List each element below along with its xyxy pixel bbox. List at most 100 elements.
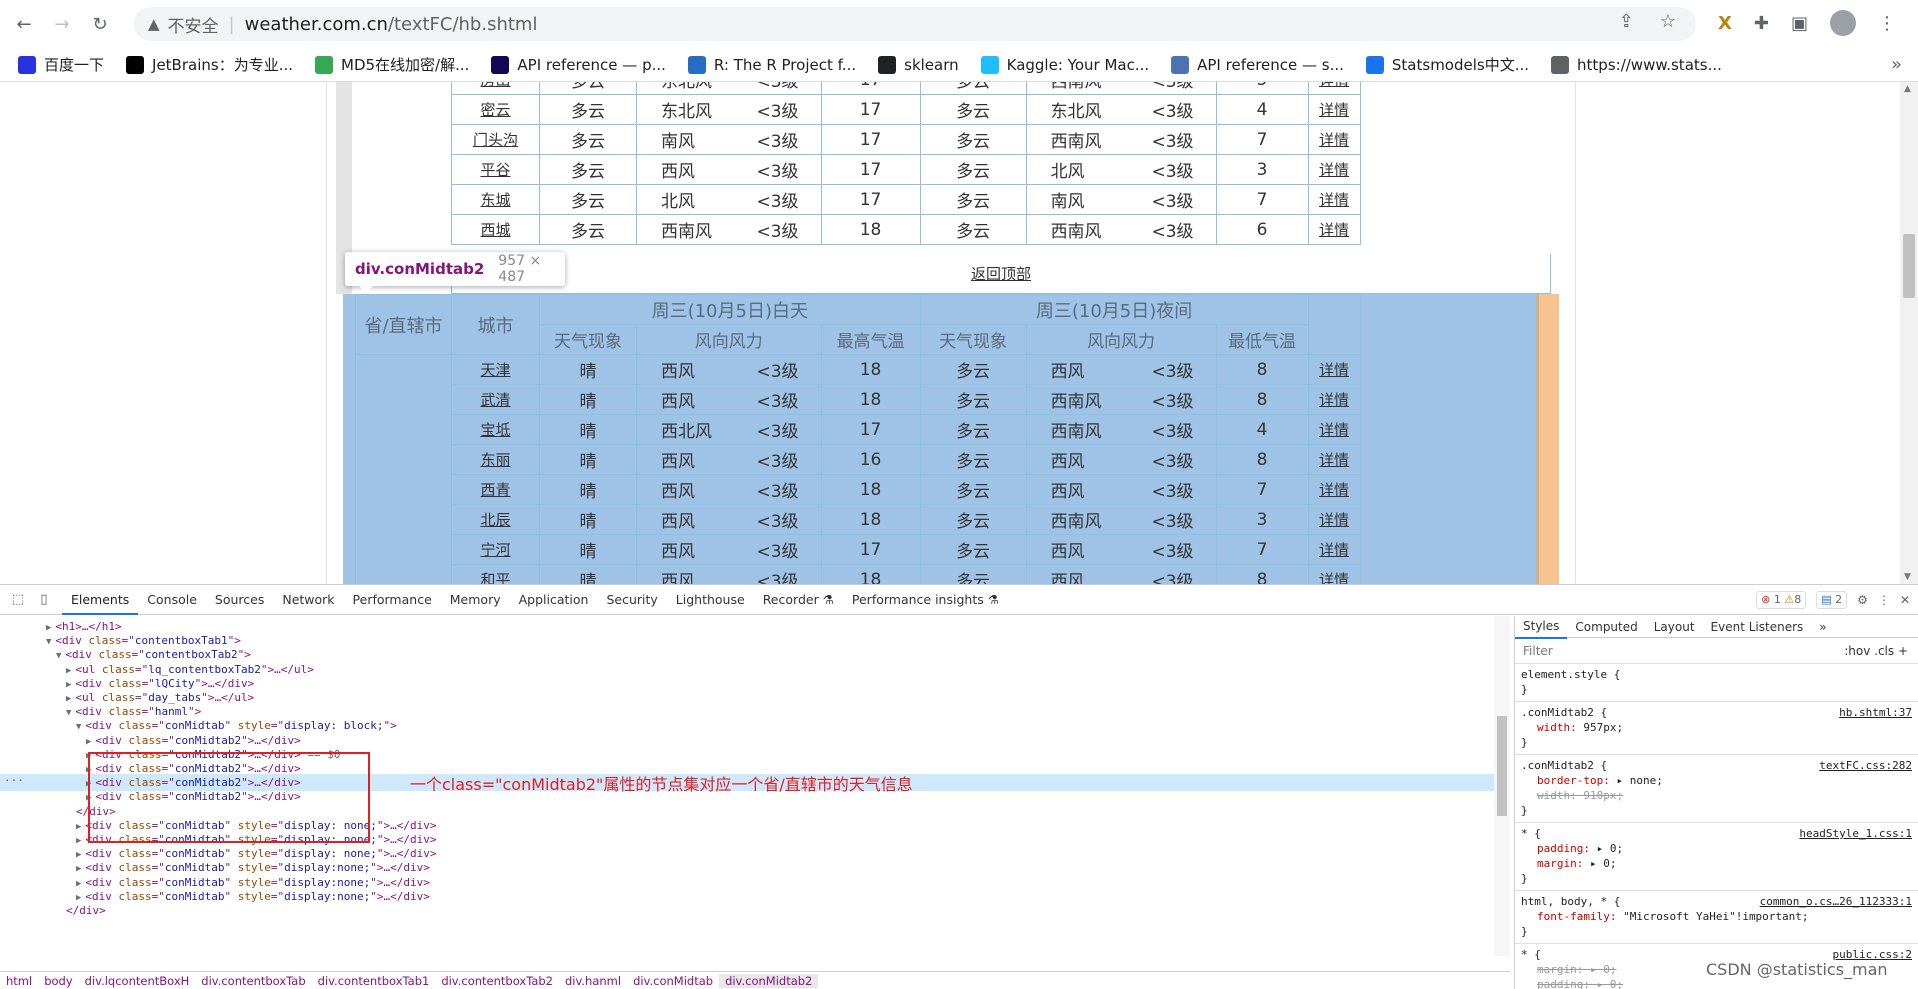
breadcrumb-item[interactable]: div.lqcontentBoxH [79, 974, 196, 988]
bookmark-item[interactable]: MD5在线加密/解... [315, 54, 469, 75]
devtools-tab[interactable]: Memory [441, 585, 510, 615]
breadcrumb-item[interactable]: body [38, 974, 78, 988]
detail-link[interactable]: 详情 [1307, 474, 1361, 505]
styles-subtab[interactable]: Event Listeners [1703, 616, 1812, 638]
devtools-tab[interactable]: Console [138, 585, 206, 615]
collapse-triangle-icon[interactable]: ▼ [46, 637, 51, 647]
city-link[interactable]: 武清 [451, 384, 540, 415]
css-source-link[interactable]: textFC.css:282 [1819, 758, 1912, 773]
elements-scrollbar-thumb[interactable] [1497, 716, 1507, 816]
city-link[interactable]: 平谷 [451, 154, 540, 185]
bookmark-item[interactable]: https://www.stats... [1551, 55, 1722, 74]
city-link[interactable]: 密云 [451, 94, 540, 125]
reload-icon[interactable]: ↻ [86, 10, 114, 38]
styles-filter-input[interactable]: Filter [1523, 644, 1553, 658]
css-property[interactable]: margin: ▸ 0; [1521, 856, 1918, 871]
star-icon[interactable]: ☆ [1660, 11, 1676, 32]
back-arrow-icon[interactable]: ← [10, 10, 38, 38]
dom-node-line[interactable]: </div> [66, 902, 106, 919]
back-to-top-link[interactable]: 返回顶部 [971, 263, 1031, 284]
menu-kebab-icon[interactable]: ⋮ [1878, 13, 1896, 34]
address-bar[interactable]: ▲ 不安全 | weather.com.cn/textFC/hb.shtml ⇪… [134, 7, 1696, 41]
breadcrumb-item[interactable]: div.contentboxTab1 [312, 974, 436, 988]
bookmark-item[interactable]: API reference — p... [491, 55, 666, 74]
collapse-triangle-icon[interactable]: ▼ [66, 708, 71, 718]
detail-link[interactable]: 详情 [1307, 384, 1361, 415]
detail-link[interactable]: 详情 [1307, 444, 1361, 475]
city-link[interactable]: 西城 [451, 214, 540, 245]
city-link[interactable]: 东丽 [451, 444, 540, 475]
breadcrumb-item[interactable]: div.conMidtab [627, 974, 719, 988]
css-property[interactable]: width: 910px; [1521, 788, 1918, 803]
detail-link[interactable]: 详情 [1307, 184, 1361, 215]
detail-link[interactable]: 详情 [1307, 504, 1361, 535]
devtools-tab[interactable]: Recorder ⚗ [754, 585, 843, 615]
devtools-tab[interactable]: Lighthouse [667, 585, 754, 615]
breadcrumb-item[interactable]: html [0, 974, 38, 988]
detail-link[interactable]: 详情 [1307, 534, 1361, 565]
url-text[interactable]: weather.com.cn/textFC/hb.shtml [245, 14, 538, 35]
css-source-link[interactable]: common_o.cs…26_112333:1 [1760, 894, 1912, 909]
detail-link[interactable]: 详情 [1307, 354, 1361, 385]
collapse-triangle-icon[interactable]: ▼ [76, 722, 81, 732]
devtools-tab[interactable]: Security [597, 585, 666, 615]
city-link[interactable]: 北辰 [451, 504, 540, 535]
css-property[interactable]: padding: ▸ 0; [1521, 841, 1918, 856]
scroll-down-icon[interactable]: ▼ [1904, 572, 1911, 582]
bookmark-item[interactable]: API reference — s... [1171, 55, 1344, 74]
devtools-tab[interactable]: Network [273, 585, 343, 615]
styles-subtab[interactable]: Styles [1515, 616, 1568, 639]
side-panel-icon[interactable]: ▣ [1791, 13, 1808, 34]
detail-link[interactable]: 详情 [1307, 214, 1361, 245]
city-link[interactable]: 天津 [451, 354, 540, 385]
city-link[interactable]: 东城 [451, 184, 540, 215]
breadcrumb-item[interactable]: div.hanml [559, 974, 627, 988]
devtools-tab[interactable]: Performance insights ⚗ [843, 585, 1008, 615]
bookmark-item[interactable]: 百度一下 [18, 54, 104, 75]
detail-link[interactable]: 详情 [1307, 82, 1361, 95]
settings-gear-icon[interactable]: ⚙ [1857, 593, 1868, 607]
extensions-puzzle-icon[interactable]: ✚ [1754, 13, 1769, 34]
bookmark-item[interactable]: JetBrains：为专业... [126, 54, 293, 75]
scroll-up-icon[interactable]: ▲ [1904, 84, 1911, 94]
extension-x-icon[interactable]: X [1718, 13, 1732, 34]
inspect-element-icon[interactable]: ⬚ [10, 592, 26, 608]
bookmark-item[interactable]: R: The R Project f... [687, 55, 856, 74]
css-source-link[interactable]: hb.shtml:37 [1839, 705, 1912, 720]
city-link[interactable]: 门头沟 [451, 124, 540, 155]
bookmarks-overflow-icon[interactable]: » [1891, 54, 1902, 75]
detail-link[interactable]: 详情 [1307, 94, 1361, 125]
detail-link[interactable]: 详情 [1307, 124, 1361, 155]
messages-badge[interactable]: ▤ 2 [1816, 591, 1848, 609]
css-selector[interactable]: element.style { [1521, 667, 1918, 682]
css-source-link[interactable]: headStyle_1.css:1 [1799, 826, 1912, 841]
city-link[interactable]: 和平 [451, 564, 540, 584]
device-toolbar-icon[interactable]: ▯ [36, 592, 52, 608]
css-property[interactable]: font-family: "Microsoft YaHei"!important… [1521, 909, 1918, 924]
css-property[interactable]: border-top: ▸ none; [1521, 773, 1918, 788]
devtools-tab[interactable]: Performance [344, 585, 441, 615]
profile-avatar[interactable] [1830, 10, 1856, 36]
breadcrumb-item[interactable]: div.conMidtab2 [719, 973, 819, 988]
detail-link[interactable]: 详情 [1307, 154, 1361, 185]
node-ellipsis-icon[interactable]: ··· [4, 774, 24, 787]
devtools-tab[interactable]: Application [510, 585, 598, 615]
page-scrollbar[interactable]: ▲ ▼ [1900, 82, 1918, 584]
breadcrumb-item[interactable]: div.contentboxTab2 [435, 974, 559, 988]
devtools-tab[interactable]: Elements [62, 585, 139, 615]
elements-scrollbar[interactable] [1494, 616, 1510, 956]
devtools-menu-icon[interactable]: ⋮ [1878, 593, 1890, 607]
forward-arrow-icon[interactable]: → [48, 10, 76, 38]
collapse-triangle-icon[interactable]: ▼ [56, 651, 61, 661]
detail-link[interactable]: 详情 [1307, 564, 1361, 584]
devtools-close-icon[interactable]: ✕ [1900, 593, 1910, 607]
breadcrumb-item[interactable]: div.contentboxTab [195, 974, 311, 988]
styles-subtab[interactable]: » [1811, 616, 1834, 638]
styles-filter-row[interactable]: Filter :hov .cls + [1515, 638, 1918, 664]
styles-filter-controls[interactable]: :hov .cls + [1844, 644, 1908, 658]
city-link[interactable]: 宁河 [451, 534, 540, 565]
issues-badge[interactable]: ⊗ 1 ⚠8 [1756, 591, 1807, 609]
css-property[interactable]: width: 957px; [1521, 720, 1918, 735]
bookmark-item[interactable]: Statsmodels中文... [1365, 54, 1529, 75]
page-scrollbar-thumb[interactable] [1903, 234, 1915, 298]
